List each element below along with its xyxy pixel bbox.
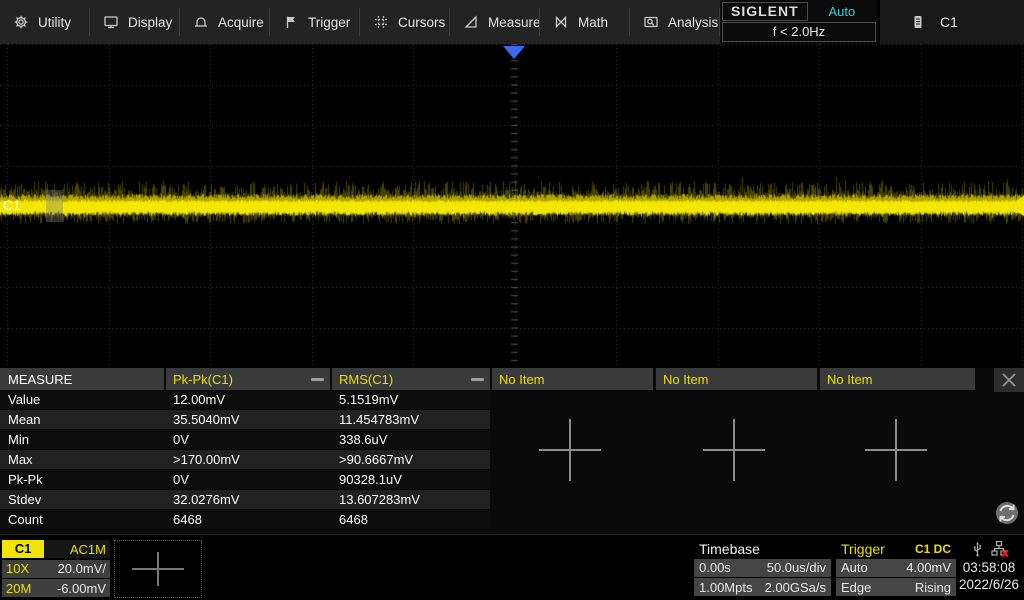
menu-item-label: Math [578, 15, 608, 30]
menu-item-label: Trigger [308, 15, 350, 30]
analysis-icon [643, 14, 659, 30]
menu-item-trigger[interactable]: Trigger [270, 0, 360, 44]
acquire-icon [193, 14, 209, 30]
measure-panel: MEASURE Pk-Pk(C1) RMS(C1) No Item No Ite… [0, 368, 1024, 534]
waveform-grid [0, 44, 1024, 368]
measure-column-rms[interactable]: RMS(C1) [332, 368, 490, 390]
timebase-scale: 50.0us/div [767, 560, 826, 575]
measure-statistics-table: Value12.00mV5.1519mV Mean35.5040mV11.454… [0, 390, 490, 530]
top-channel-panel[interactable]: C1 [880, 0, 1024, 44]
table-row: Mean35.5040mV11.454783mV [0, 410, 490, 430]
bottom-bar-separator [0, 534, 1024, 535]
trigger-flag-icon [283, 14, 299, 30]
table-row: Value12.00mV5.1519mV [0, 390, 490, 410]
trigger-descriptor[interactable]: Trigger C1 DC Auto 4.00mV Edge Rising [836, 540, 956, 596]
lan-disconnected-icon [991, 540, 1009, 557]
trigger-level-marker[interactable] [1008, 196, 1024, 216]
menu-item-label: Acquire [218, 15, 264, 30]
gear-icon [13, 14, 29, 30]
trigger-title: Trigger [841, 541, 885, 557]
channel-descriptor-c1[interactable]: C1 AC1M 10X 20.0mV/ 20M -6.00mV [2, 540, 110, 597]
close-measure-panel-button[interactable] [994, 368, 1024, 392]
oscilloscope-screen: Utility Display Acquire Trigger Cursors … [0, 0, 1024, 600]
trace-channel-label: C1 [3, 197, 21, 213]
menu-item-label: Display [128, 15, 172, 30]
display-icon [103, 14, 119, 30]
trigger-source-coupling: C1 DC [915, 542, 951, 556]
acquisition-mode-badge: Auto [808, 4, 876, 19]
table-row: Min0V338.6uV [0, 430, 490, 450]
menu-item-utility[interactable]: Utility [0, 0, 90, 44]
table-row: Max>170.00mV>90.6667mV [0, 450, 490, 470]
memory-depth: 1.00Mpts [699, 580, 752, 595]
menu-item-label: Cursors [398, 15, 445, 30]
timebase-delay: 0.00s [699, 560, 731, 575]
siglent-logo: SIGLENT [722, 2, 808, 21]
add-channel-plus-icon [132, 552, 184, 586]
channel-offset-marker [46, 190, 63, 222]
menu-item-acquire[interactable]: Acquire [180, 0, 270, 44]
measure-column-pkpk[interactable]: Pk-Pk(C1) [166, 368, 330, 390]
table-row: Stdev32.0276mV13.607283mV [0, 490, 490, 510]
trigger-frequency: f < 2.0Hz [722, 22, 876, 42]
menu-item-label: Utility [38, 15, 71, 30]
trigger-level-value: 4.00mV [906, 560, 951, 575]
channel-probe-attenuation: 10X [6, 561, 29, 576]
refresh-icon [994, 500, 1020, 526]
channel-coupling: AC1M [70, 542, 110, 557]
cursors-icon [373, 14, 389, 30]
menu-bar: Utility Display Acquire Trigger Cursors … [0, 0, 720, 44]
add-channel-box[interactable] [114, 540, 202, 598]
timebase-title: Timebase [699, 541, 760, 557]
channel-offset-arrow-icon [24, 199, 33, 211]
reset-statistics-button[interactable] [994, 500, 1020, 526]
status-clock-panel: 03:58:08 2022/6/26 [956, 538, 1022, 598]
timebase-descriptor[interactable]: Timebase 0.00s 50.0us/div 1.00Mpts 2.00G… [694, 540, 831, 596]
usb-icon [970, 540, 985, 557]
clock-time: 03:58:08 [956, 560, 1022, 575]
remove-measurement-button[interactable] [311, 378, 324, 381]
sample-rate: 2.00GSa/s [765, 580, 826, 595]
measure-panel-title: MEASURE [0, 368, 164, 390]
channel-bandwidth-limit: 20M [6, 581, 31, 596]
add-measurement-plus-icon[interactable] [865, 419, 927, 481]
menu-item-math[interactable]: Math [540, 0, 630, 44]
menu-item-label: Analysis [668, 15, 718, 30]
menu-item-cursors[interactable]: Cursors [360, 0, 450, 44]
table-row: Count64686468 [0, 510, 490, 530]
menu-item-analysis[interactable]: Analysis [630, 0, 720, 44]
trigger-slope: Rising [915, 580, 951, 595]
menu-item-display[interactable]: Display [90, 0, 180, 44]
top-channel-label: C1 [940, 14, 958, 30]
channel-volts-per-div: 20.0mV/ [58, 561, 106, 576]
remove-measurement-button[interactable] [471, 378, 484, 381]
measure-column-empty-2[interactable]: No Item [656, 368, 817, 390]
measure-column-empty-1[interactable]: No Item [492, 368, 653, 390]
notes-icon [910, 14, 926, 30]
measure-icon [463, 14, 479, 30]
trigger-mode: Auto [841, 560, 868, 575]
add-measurement-plus-icon[interactable] [703, 419, 765, 481]
trigger-type: Edge [841, 580, 871, 595]
close-icon [999, 370, 1019, 390]
menu-item-measure[interactable]: Measure [450, 0, 540, 44]
trigger-status-panel: SIGLENT Auto f < 2.0Hz [720, 0, 878, 44]
measure-column-empty-3[interactable]: No Item [820, 368, 975, 390]
channel-offset-value: -6.00mV [57, 581, 106, 596]
clock-date: 2022/6/26 [956, 577, 1022, 592]
table-row: Pk-Pk0V90328.1uV [0, 470, 490, 490]
menu-item-label: Measure [488, 15, 541, 30]
trigger-position-marker[interactable] [503, 46, 525, 59]
trace-channel-marker[interactable]: C1 [3, 197, 33, 213]
add-measurement-plus-icon[interactable] [539, 419, 601, 481]
math-icon [553, 14, 569, 30]
channel-name-badge: C1 [2, 540, 44, 558]
